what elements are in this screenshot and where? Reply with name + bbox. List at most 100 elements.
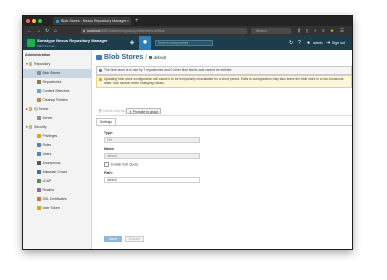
browse-cube-icon[interactable]: ◈ bbox=[126, 36, 138, 50]
sidebar-item-label: Repository bbox=[34, 62, 51, 66]
browser-search-input[interactable]: Search bbox=[251, 28, 291, 34]
sidebar-item-label: LDAP bbox=[42, 179, 52, 183]
sidebar-item-label: Blob Stores bbox=[42, 71, 61, 75]
sidebar-item-label: Privileges bbox=[42, 134, 58, 138]
save-button[interactable]: Save bbox=[104, 236, 122, 242]
reload-icon[interactable]: ↻ bbox=[45, 26, 49, 36]
component-search-input[interactable]: Search components bbox=[155, 40, 213, 46]
sidebar-item-realms[interactable]: Realms bbox=[23, 186, 91, 195]
discard-button[interactable]: Discard bbox=[125, 236, 144, 242]
sidebar-item-users[interactable]: Users bbox=[23, 150, 91, 159]
sign-out-link[interactable]: Sign out bbox=[332, 36, 345, 50]
menu-icon[interactable]: ☰ bbox=[340, 26, 344, 36]
close-window-icon[interactable] bbox=[26, 19, 30, 23]
sidebar-item-security[interactable]: ▾ Security bbox=[23, 123, 91, 132]
sidebar-item-cleanup-policies[interactable]: Cleanup Policies bbox=[23, 96, 91, 105]
warning-banner: Updating blob store configuration will c… bbox=[96, 75, 352, 88]
sign-out-icon[interactable]: ⇥ bbox=[326, 36, 330, 50]
browser-search-placeholder: Search bbox=[256, 29, 267, 33]
url-host: localhost bbox=[87, 29, 101, 33]
crowd-icon bbox=[37, 170, 41, 174]
forward-icon[interactable]: → bbox=[36, 26, 41, 36]
users-icon bbox=[37, 152, 41, 156]
sidebar-item-label: Repositories bbox=[42, 80, 62, 84]
extension-star-icon[interactable]: ★ bbox=[330, 26, 334, 36]
app-version: PRO 3.x.x-xx bbox=[37, 43, 55, 48]
minimize-window-icon[interactable] bbox=[32, 19, 36, 23]
database-icon bbox=[37, 71, 41, 75]
info-banner-text: The blob store is in use by 7 repositori… bbox=[104, 68, 232, 73]
sidebar-item-repositories[interactable]: Repositories bbox=[23, 78, 91, 87]
realms-icon bbox=[37, 188, 41, 192]
home-icon[interactable]: ⌂ bbox=[54, 26, 57, 36]
back-icon[interactable]: ← bbox=[27, 26, 32, 36]
sidebar-toggle-icon[interactable]: ▯ bbox=[306, 26, 308, 36]
soft-quota-checkbox-row[interactable]: Enable Soft Quota bbox=[104, 162, 138, 167]
maximize-window-icon[interactable] bbox=[38, 19, 42, 23]
help-icon[interactable]: ? bbox=[298, 36, 301, 50]
soft-quota-label: Enable Soft Quota bbox=[111, 162, 138, 167]
app-title: Sonatype Nexus Repository Manager bbox=[37, 38, 108, 43]
folder-icon bbox=[28, 62, 33, 66]
blob-store-icon bbox=[96, 55, 102, 60]
reader-icon[interactable]: ≡ bbox=[322, 26, 325, 36]
sidebar-item-label: Realms bbox=[42, 188, 55, 192]
path-label: Path: bbox=[104, 171, 113, 175]
certificate-icon bbox=[37, 197, 41, 201]
warning-icon bbox=[99, 77, 102, 81]
delete-blob-store-button[interactable]: 🗑︎ Delete blob store bbox=[96, 108, 130, 114]
sidebar-item-ssl-certificates[interactable]: SSL Certificates bbox=[23, 195, 91, 204]
sidebar-item-atlassian-crowd[interactable]: Atlassian Crowd bbox=[23, 168, 91, 177]
sidebar-item-label: SSL Certificates bbox=[42, 197, 67, 201]
sidebar-item-label: Server bbox=[42, 116, 53, 120]
nexus-favicon-icon bbox=[56, 19, 59, 23]
user-icon[interactable]: ● bbox=[307, 36, 310, 50]
sidebar-item-privileges[interactable]: Privileges bbox=[23, 132, 91, 141]
type-field: File bbox=[104, 137, 200, 143]
tab-close-icon[interactable]: × bbox=[127, 17, 129, 25]
url-path: :8081/#admin/repository/blobstores:defau… bbox=[100, 29, 165, 33]
soft-quota-checkbox[interactable] bbox=[104, 162, 109, 167]
sidebar-title: Administration bbox=[25, 53, 51, 57]
box-icon bbox=[37, 80, 41, 84]
sidebar-item-ldap[interactable]: LDAP bbox=[23, 177, 91, 186]
new-tab-icon[interactable]: + bbox=[135, 16, 139, 26]
sidebar-item-repository[interactable]: ▾ Repository bbox=[23, 60, 91, 69]
tab-settings[interactable]: Settings bbox=[96, 118, 116, 125]
user-name[interactable]: admin bbox=[313, 36, 323, 50]
browser-tab-title: Blob Stores - Nexus Repository Manager bbox=[61, 19, 127, 23]
sidebar-item-content-selectors[interactable]: Content Selectors bbox=[23, 87, 91, 96]
browser-toolbar: ← → ↻ ⌂ localhost:8081/#admin/repository… bbox=[23, 26, 352, 36]
warning-banner-text: Updating blob store configuration will c… bbox=[104, 77, 344, 86]
admin-gear-icon[interactable]: ✹ bbox=[139, 36, 151, 50]
broom-icon bbox=[37, 98, 41, 102]
action-bar: 🗑︎ Delete blob store ⇪ Promote to group bbox=[96, 108, 352, 116]
address-bar[interactable]: localhost:8081/#admin/repository/blobsto… bbox=[81, 28, 247, 34]
roles-icon bbox=[37, 143, 41, 147]
refresh-icon[interactable]: ↻ bbox=[289, 36, 293, 50]
app-header: Sonatype Nexus Repository Manager PRO 3.… bbox=[23, 36, 352, 50]
admin-sidebar: Administration ▾ Repository Blob Stores … bbox=[23, 50, 92, 249]
library-icon[interactable]: ⫼ bbox=[298, 26, 300, 36]
sidebar-item-iq-server[interactable]: ▸ IQ Server bbox=[23, 105, 91, 114]
name-field: default bbox=[104, 153, 200, 159]
promote-label: Promote to group bbox=[132, 110, 159, 114]
sidebar-item-blob-stores[interactable]: Blob Stores bbox=[23, 69, 91, 78]
sidebar-item-anonymous[interactable]: Anonymous bbox=[23, 159, 91, 168]
page-title-text[interactable]: Blob Stores bbox=[104, 54, 143, 61]
promote-to-group-button[interactable]: ⇪ Promote to group bbox=[126, 108, 162, 114]
sidebar-item-label: Users bbox=[42, 152, 52, 156]
sidebar-item-label: Anonymous bbox=[42, 161, 61, 165]
browser-tab[interactable]: Blob Stores - Nexus Repository Manager × bbox=[53, 17, 131, 25]
path-field[interactable]: default bbox=[104, 177, 200, 183]
page-title: Blob Stores / default bbox=[96, 54, 166, 62]
sidebar-item-roles[interactable]: Roles bbox=[23, 141, 91, 150]
main-content: Blob Stores / default The blob store is in… bbox=[92, 50, 352, 249]
lock-icon bbox=[83, 29, 85, 32]
sidebar-item-server[interactable]: Server bbox=[23, 114, 91, 123]
sidebar-item-user-token[interactable]: User Token bbox=[23, 204, 91, 213]
settings-form: Type: File Name: default Enable Soft Quo… bbox=[96, 125, 352, 246]
extension-icon[interactable]: ● bbox=[314, 26, 317, 36]
ldap-icon bbox=[37, 179, 41, 183]
component-search-placeholder: Search components bbox=[158, 41, 189, 45]
